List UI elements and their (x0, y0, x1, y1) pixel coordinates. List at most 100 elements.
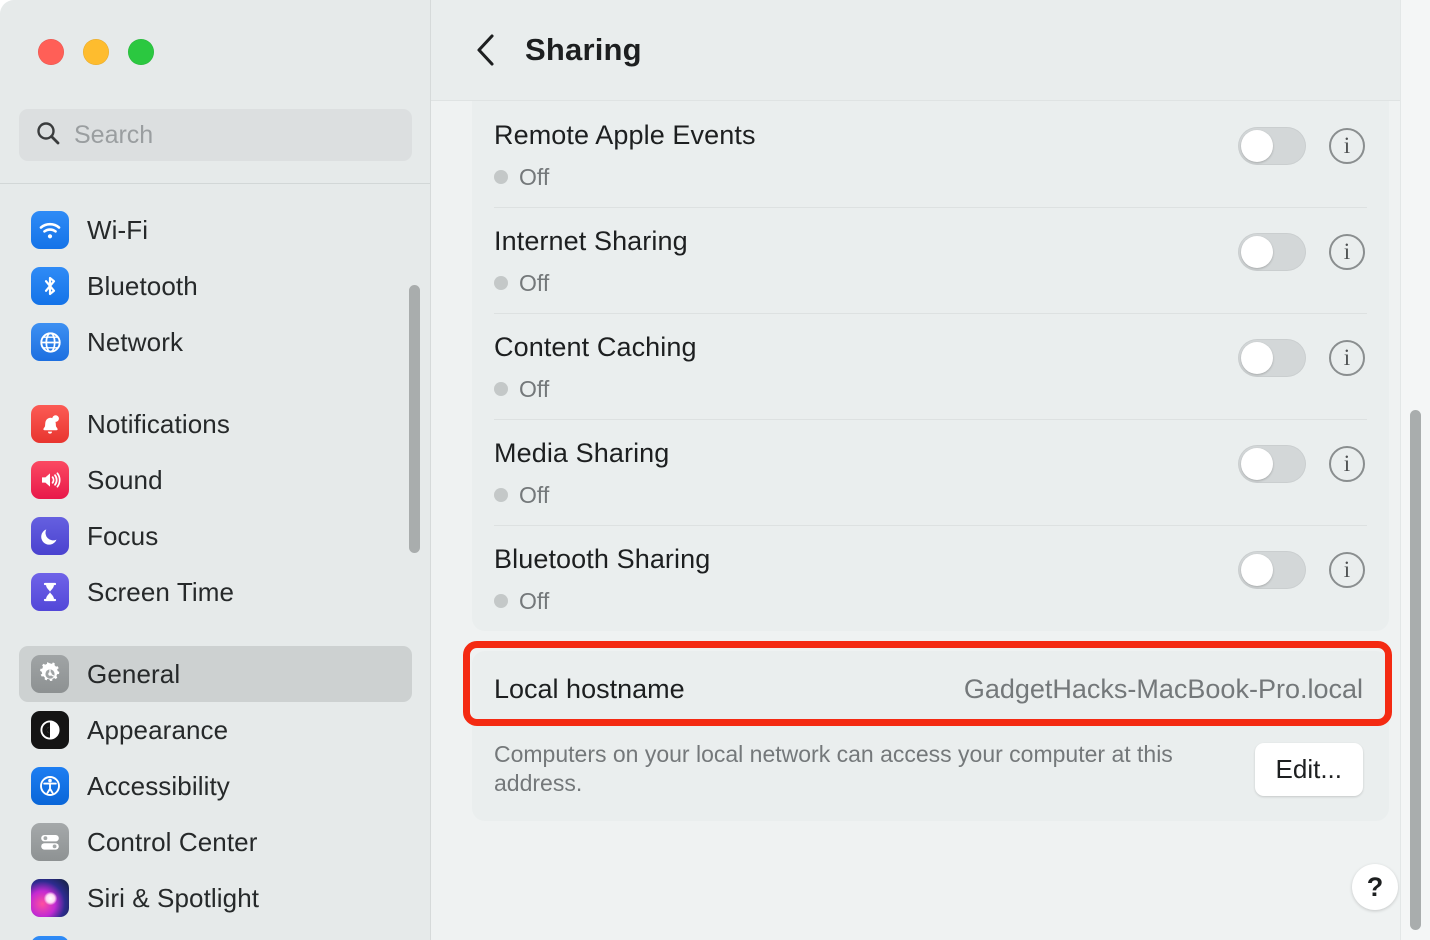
local-hostname-row[interactable]: Local hostname GadgetHacks-MacBook-Pro.l… (472, 651, 1389, 728)
sidebar-item-label: Screen Time (87, 577, 234, 608)
status-dot-icon (494, 488, 508, 502)
local-hostname-section: Local hostname GadgetHacks-MacBook-Pro.l… (472, 651, 1389, 821)
sidebar-item-notifications[interactable]: Notifications (19, 396, 412, 452)
sidebar-item-general[interactable]: General (19, 646, 412, 702)
appearance-icon (31, 711, 69, 749)
local-hostname-value: GadgetHacks-MacBook-Pro.local (964, 674, 1363, 705)
siri-icon (31, 879, 69, 917)
settings-scroll-area[interactable]: Remote Apple Events Off i Internet Shari… (431, 101, 1430, 940)
sidebar-item-screen-time[interactable]: Screen Time (19, 564, 412, 620)
minimize-window-button[interactable] (83, 39, 109, 65)
sidebar: Wi-Fi Bluetooth (0, 0, 431, 940)
sidebar-item-sound[interactable]: Sound (19, 452, 412, 508)
status-dot-icon (494, 594, 508, 608)
toggle-knob (1241, 448, 1273, 480)
toggle-knob (1241, 342, 1273, 374)
hourglass-icon (31, 573, 69, 611)
service-title: Content Caching (494, 333, 1238, 363)
local-hostname-description: Computers on your local network can acce… (494, 740, 1174, 799)
search-field[interactable] (19, 109, 412, 161)
sidebar-item-focus[interactable]: Focus (19, 508, 412, 564)
service-row-bluetooth-sharing[interactable]: Bluetooth Sharing Off i (472, 525, 1389, 631)
accessibility-icon (31, 767, 69, 805)
service-controls: i (1238, 331, 1365, 377)
service-title: Bluetooth Sharing (494, 545, 1238, 575)
service-title: Media Sharing (494, 439, 1238, 469)
maximize-window-button[interactable] (128, 39, 154, 65)
status-dot-icon (494, 170, 508, 184)
service-status: Off (494, 588, 1238, 615)
sidebar-item-label: Notifications (87, 409, 230, 440)
speaker-icon (31, 461, 69, 499)
bluetooth-icon (31, 267, 69, 305)
service-toggle[interactable] (1238, 233, 1306, 271)
info-button[interactable]: i (1329, 552, 1365, 588)
service-controls: i (1238, 225, 1365, 271)
service-toggle[interactable] (1238, 339, 1306, 377)
sidebar-group-system: General Appearance (0, 646, 431, 926)
sidebar-item-appearance[interactable]: Appearance (19, 702, 412, 758)
service-status: Off (494, 482, 1238, 509)
service-toggle[interactable] (1238, 127, 1306, 165)
window-traffic-lights (38, 39, 154, 65)
sidebar-item-label: Network (87, 327, 183, 358)
back-chevron-icon[interactable] (472, 30, 502, 70)
info-button[interactable]: i (1329, 128, 1365, 164)
status-text: Off (519, 588, 549, 615)
sidebar-item-wi-fi[interactable]: Wi-Fi (19, 202, 412, 258)
service-toggle[interactable] (1238, 551, 1306, 589)
service-controls: i (1238, 119, 1365, 165)
sidebar-item-label: Focus (87, 521, 158, 552)
sidebar-item-network[interactable]: Network (19, 314, 412, 370)
status-text: Off (519, 376, 549, 403)
service-controls: i (1238, 437, 1365, 483)
main-header: Sharing (431, 0, 1430, 100)
status-text: Off (519, 482, 549, 509)
service-title: Remote Apple Events (494, 121, 1238, 151)
toggle-knob (1241, 130, 1273, 162)
toggle-knob (1241, 554, 1273, 586)
network-icon (31, 323, 69, 361)
help-button[interactable]: ? (1352, 864, 1398, 910)
sharing-services-card: Remote Apple Events Off i Internet Shari… (472, 101, 1389, 631)
main-scrollbar[interactable] (1410, 410, 1421, 930)
sidebar-item-control-center[interactable]: Control Center (19, 814, 412, 870)
service-row-internet-sharing[interactable]: Internet Sharing Off i (472, 207, 1389, 313)
status-dot-icon (494, 382, 508, 396)
sidebar-item-label: Siri & Spotlight (87, 883, 259, 914)
info-button[interactable]: i (1329, 340, 1365, 376)
main-content: Sharing Remote Apple Events Off i (431, 0, 1430, 940)
edit-hostname-button[interactable]: Edit... (1255, 743, 1363, 796)
service-row-media-sharing[interactable]: Media Sharing Off i (472, 419, 1389, 525)
sidebar-item-label: Bluetooth (87, 271, 198, 302)
sidebar-item-label: General (87, 659, 180, 690)
local-hostname-label: Local hostname (494, 674, 685, 705)
service-row-remote-apple-events[interactable]: Remote Apple Events Off i (472, 101, 1389, 207)
sidebar-group-alerts: Notifications Sound (0, 396, 431, 620)
service-toggle[interactable] (1238, 445, 1306, 483)
service-status: Off (494, 376, 1238, 403)
sidebar-item-siri-and-spotlight[interactable]: Siri & Spotlight (19, 870, 412, 926)
service-row-content-caching[interactable]: Content Caching Off i (472, 313, 1389, 419)
sidebar-item-partial[interactable] (0, 936, 431, 940)
sidebar-item-label: Sound (87, 465, 163, 496)
gear-icon (31, 655, 69, 693)
service-controls: i (1238, 543, 1365, 589)
info-button[interactable]: i (1329, 234, 1365, 270)
info-button[interactable]: i (1329, 446, 1365, 482)
close-window-button[interactable] (38, 39, 64, 65)
search-input[interactable] (74, 121, 396, 150)
sidebar-scrollbar[interactable] (409, 285, 420, 553)
moon-icon (31, 517, 69, 555)
sidebar-scroll-area[interactable]: Wi-Fi Bluetooth (0, 184, 431, 940)
control-center-icon (31, 823, 69, 861)
sidebar-item-bluetooth[interactable]: Bluetooth (19, 258, 412, 314)
status-dot-icon (494, 276, 508, 290)
sidebar-item-label: Wi-Fi (87, 215, 148, 246)
toggle-knob (1241, 236, 1273, 268)
privacy-icon (31, 936, 69, 940)
sidebar-item-label: Appearance (87, 715, 228, 746)
system-settings-window: Wi-Fi Bluetooth (0, 0, 1430, 940)
sidebar-item-label: Accessibility (87, 771, 230, 802)
sidebar-item-accessibility[interactable]: Accessibility (19, 758, 412, 814)
